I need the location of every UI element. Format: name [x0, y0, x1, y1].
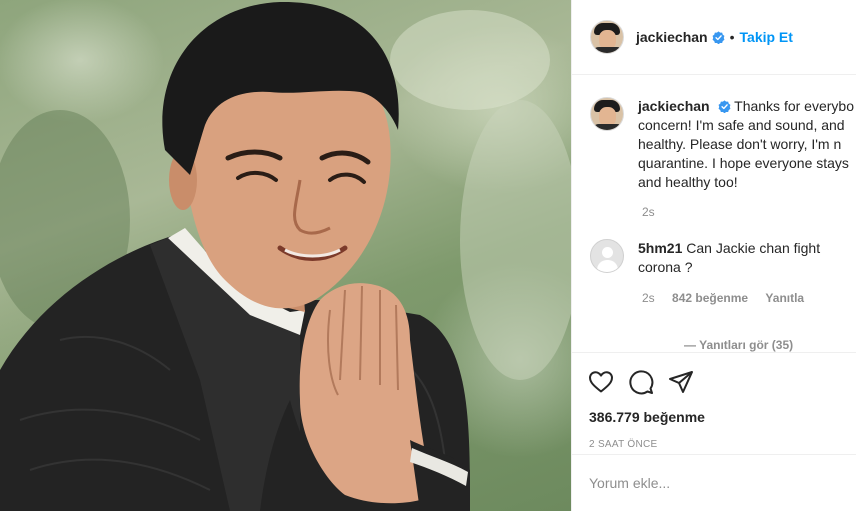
- comment-time[interactable]: 2s: [642, 291, 655, 305]
- comment-time[interactable]: 2s: [642, 205, 655, 219]
- post-photo[interactable]: [0, 0, 571, 511]
- comment-author-avatar[interactable]: [590, 97, 624, 131]
- comment-line: concern! I'm safe and sound, and: [638, 117, 845, 133]
- comment-line: Thanks for everybo: [734, 98, 854, 114]
- comment-icon[interactable]: [628, 369, 654, 395]
- comment-input[interactable]: [589, 475, 829, 491]
- comment-item: 5hm21 Can Jackie chan fight corona ? 2s …: [590, 239, 856, 305]
- heart-icon[interactable]: [588, 370, 614, 394]
- verified-badge-icon: [718, 100, 730, 113]
- share-icon[interactable]: [668, 370, 694, 394]
- comment-text: jackiechan Thanks for everybo concern! I…: [638, 97, 854, 192]
- posted-time[interactable]: 2 SAAT ÖNCE: [572, 439, 856, 450]
- comment-line: corona ?: [638, 259, 693, 275]
- comment-meta: 2s: [642, 205, 856, 219]
- follow-button[interactable]: Takip Et: [740, 29, 793, 45]
- portrait-illustration: [0, 1, 571, 511]
- comment-meta: 2s 842 beğenme Yanıtla: [642, 291, 856, 305]
- author-avatar[interactable]: [590, 20, 624, 54]
- verified-badge-icon: [712, 30, 725, 44]
- reply-button[interactable]: Yanıtla: [765, 291, 804, 305]
- comment-username[interactable]: jackiechan: [638, 98, 710, 114]
- separator-dot: •: [729, 29, 735, 45]
- post-side-panel: jackiechan • Takip Et jackiechan Thanks: [571, 0, 856, 511]
- comment-username[interactable]: 5hm21: [638, 240, 682, 256]
- comment-line: quarantine. I hope everyone stays: [638, 155, 849, 171]
- comment-text: 5hm21 Can Jackie chan fight corona ?: [638, 239, 820, 277]
- action-bar: [572, 353, 856, 397]
- default-avatar-icon[interactable]: [590, 239, 624, 273]
- comment-line: and healthy too!: [638, 174, 738, 190]
- add-comment-bar: [572, 454, 856, 511]
- view-replies-link[interactable]: — Yanıtları gör (35): [684, 338, 793, 352]
- post-header: jackiechan • Takip Et: [572, 0, 856, 75]
- caption-comment: jackiechan Thanks for everybo concern! I…: [590, 97, 856, 219]
- comment-line: Can Jackie chan fight: [686, 240, 821, 256]
- author-username[interactable]: jackiechan: [636, 29, 708, 45]
- likes-count[interactable]: 386.779 beğenme: [572, 409, 856, 425]
- comment-line: healthy. Please don't worry, I'm n: [638, 136, 842, 152]
- comments-list[interactable]: jackiechan Thanks for everybo concern! I…: [572, 75, 856, 353]
- comment-likes[interactable]: 842 beğenme: [672, 291, 748, 305]
